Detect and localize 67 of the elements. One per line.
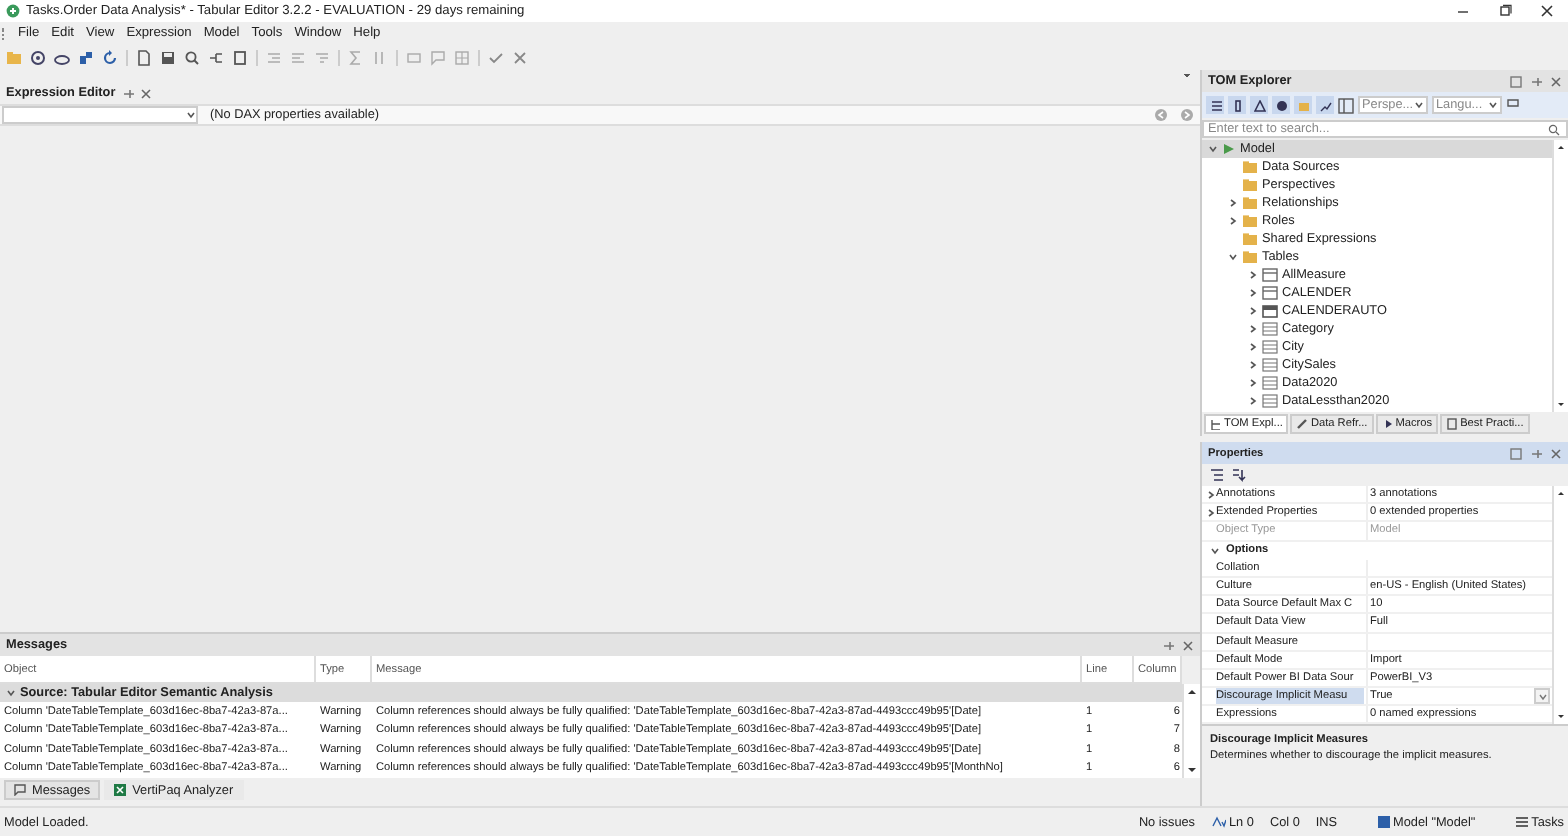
model-icon <box>1222 142 1236 156</box>
calendar-table-icon <box>1262 304 1278 318</box>
document-icon[interactable] <box>136 49 152 65</box>
window-icon[interactable] <box>1510 75 1522 87</box>
refresh-icon[interactable] <box>102 49 118 65</box>
table-icon <box>1262 322 1278 336</box>
calculated-table-icon <box>1262 268 1278 282</box>
table-icon <box>1262 376 1278 390</box>
expander-icon[interactable] <box>1248 324 1258 334</box>
check-icon[interactable] <box>488 49 504 65</box>
table-icon <box>1262 358 1278 372</box>
expander-icon[interactable] <box>1206 507 1216 518</box>
caret-icon[interactable] <box>1488 100 1498 110</box>
list-icon[interactable] <box>1209 99 1221 111</box>
expander-icon[interactable] <box>1228 198 1238 208</box>
expander-icon[interactable] <box>1248 342 1258 352</box>
column-icon[interactable] <box>1231 99 1243 111</box>
maximize-icon[interactable] <box>1498 4 1512 18</box>
scroll-up-icon[interactable] <box>1554 486 1568 500</box>
caret-icon[interactable] <box>1210 545 1220 556</box>
expander-icon[interactable] <box>1208 144 1218 154</box>
list-icon <box>1515 816 1528 828</box>
caret-icon <box>1537 691 1547 702</box>
scrollbar[interactable] <box>1552 486 1568 725</box>
folder-icon <box>1242 178 1258 192</box>
expander-icon[interactable] <box>1206 489 1216 500</box>
categorized-icon[interactable] <box>1210 468 1224 482</box>
expander-icon[interactable] <box>1248 306 1258 316</box>
calculated-table-icon <box>1262 286 1278 300</box>
folder-icon <box>1242 232 1258 246</box>
folder-icon <box>1242 214 1258 228</box>
scrollbar[interactable] <box>1182 684 1200 778</box>
expander-icon[interactable] <box>1228 216 1238 226</box>
scroll-down-icon[interactable] <box>1184 762 1200 778</box>
expander-icon[interactable] <box>1248 396 1258 406</box>
window-icon[interactable] <box>1510 447 1522 459</box>
close-icon[interactable] <box>1540 4 1554 18</box>
open-folder-icon <box>1242 250 1258 264</box>
caret-icon[interactable] <box>1414 100 1424 110</box>
scrollbar[interactable] <box>1552 140 1568 412</box>
expander-icon[interactable] <box>1228 252 1238 262</box>
spellcheck-icon <box>1211 816 1225 828</box>
dropdown-button[interactable] <box>1534 688 1550 705</box>
folder-icon <box>1242 196 1258 210</box>
expander-icon[interactable] <box>1248 270 1258 280</box>
table-icon <box>1262 340 1278 354</box>
folder-icon <box>1242 160 1258 174</box>
caret-icon[interactable] <box>186 110 196 120</box>
search-icon[interactable] <box>184 49 200 65</box>
spreadsheet-icon <box>114 784 127 796</box>
expander-icon[interactable] <box>1248 288 1258 298</box>
play-icon <box>1381 418 1394 430</box>
message-icon <box>14 784 26 796</box>
save-icon[interactable] <box>160 49 176 65</box>
expander-icon[interactable] <box>1248 360 1258 370</box>
cloud-icon[interactable] <box>54 49 70 65</box>
chart-icon[interactable] <box>1319 99 1331 111</box>
search-icon[interactable] <box>1548 123 1562 135</box>
gear-icon[interactable] <box>30 49 46 65</box>
expander-icon[interactable] <box>1248 378 1258 388</box>
model-icon <box>1377 816 1390 828</box>
scroll-down-icon[interactable] <box>1554 398 1568 412</box>
columns-icon[interactable] <box>1338 97 1354 113</box>
tree-icon <box>1210 418 1222 430</box>
caret-icon[interactable] <box>6 688 16 698</box>
scroll-up-icon[interactable] <box>1184 684 1200 700</box>
dropdown-icon[interactable] <box>1182 70 1192 80</box>
